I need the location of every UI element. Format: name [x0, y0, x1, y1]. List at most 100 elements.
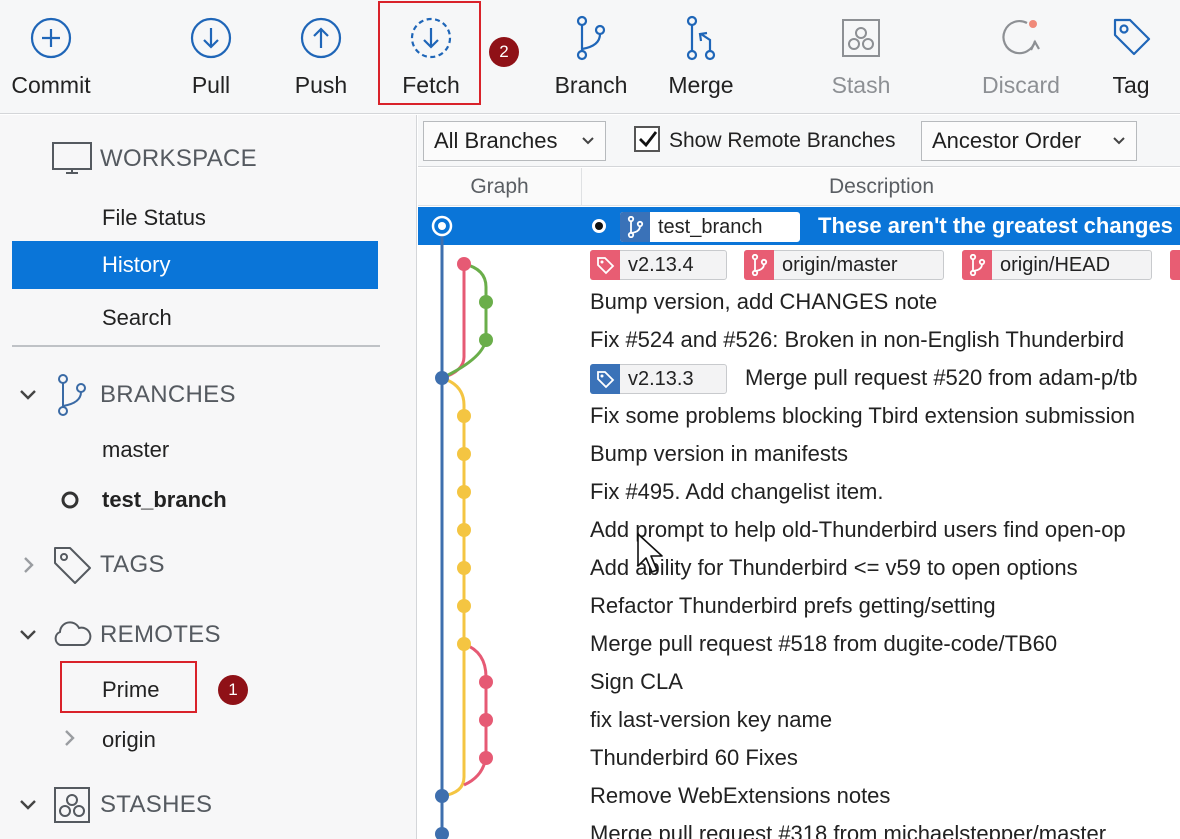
- order-dropdown[interactable]: Ancestor Order: [921, 121, 1137, 161]
- tag-ref-label[interactable]: v2.13.4: [590, 249, 727, 280]
- current-commit-indicator-icon: [592, 219, 606, 233]
- graph-line-yellow: [441, 376, 466, 798]
- description-column-header[interactable]: Description: [583, 168, 1180, 206]
- stash-button[interactable]: Stash: [806, 0, 916, 114]
- workspace-section-header[interactable]: WORKSPACE: [0, 137, 417, 181]
- sidebar-item-origin[interactable]: origin: [12, 716, 378, 764]
- branch-icon: [58, 374, 86, 416]
- tags-section-header[interactable]: TAGS: [0, 543, 417, 587]
- show-remote-branches-label[interactable]: Show Remote Branches: [669, 129, 895, 153]
- chevron-down-icon: [582, 137, 594, 145]
- tag-label: Tag: [1112, 72, 1150, 98]
- commit-message: Merge pull request #318 from michaelstep…: [590, 821, 1107, 839]
- stashes-title: STASHES: [100, 791, 213, 818]
- remotes-section-header[interactable]: REMOTES: [0, 613, 417, 657]
- show-remote-branches-checkbox[interactable]: [634, 126, 660, 152]
- tag-ref-text: v2.13.4: [628, 253, 694, 276]
- commit-label: Commit: [11, 72, 91, 98]
- commit-message: Bump version, add CHANGES note: [590, 289, 938, 314]
- chevron-right-icon: [24, 557, 34, 573]
- branch-icon: [962, 249, 992, 280]
- fetch-step-badge: 2: [489, 37, 519, 67]
- commit-message: Fix #495. Add changelist item.: [590, 479, 884, 504]
- sidebar-item-search[interactable]: Search: [12, 294, 378, 342]
- commit-list: test_branch These aren't the greatest ch…: [418, 207, 1180, 839]
- stash-icon: [842, 19, 880, 57]
- plus-circle-icon: [30, 17, 72, 59]
- sidebar-item-file-status[interactable]: File Status: [12, 194, 378, 242]
- branch-ref-label[interactable]: origin/HEAD: [962, 249, 1152, 280]
- mouse-cursor-icon: [637, 533, 663, 573]
- arrow-up-circle-icon: [300, 17, 342, 59]
- graph-node: [457, 523, 471, 537]
- tag-icon: [54, 547, 91, 584]
- branch-button[interactable]: Branch: [536, 0, 646, 114]
- stash-icon: [54, 787, 90, 823]
- chevron-down-icon: [1113, 137, 1125, 145]
- toolbar: Commit Pull Push Fetch 2 Branch Merge St…: [0, 0, 1180, 114]
- branches-section-header[interactable]: BRANCHES: [0, 373, 417, 417]
- graph-node: [457, 561, 471, 575]
- graph-node: [457, 485, 471, 499]
- branch-ref-label[interactable]: test_branch: [620, 211, 800, 242]
- branch-icon: [576, 15, 606, 61]
- commit-button[interactable]: Commit: [0, 0, 106, 114]
- branches-title: BRANCHES: [100, 381, 236, 408]
- graph-column-header[interactable]: Graph: [418, 168, 582, 206]
- commit-message: Fix #524 and #526: Broken in non-English…: [590, 327, 1125, 352]
- tag-icon: [590, 249, 620, 280]
- graph-node: [479, 751, 493, 765]
- stash-label: Stash: [831, 72, 891, 98]
- branch-ref-text: origin/master: [782, 253, 898, 276]
- graph-line-pink: [441, 264, 466, 380]
- cloud-icon: [54, 621, 92, 646]
- graph-node-center: [438, 222, 446, 230]
- graph-node: [457, 257, 471, 271]
- commit-message: fix last-version key name: [590, 707, 833, 732]
- branch-icon: [620, 211, 650, 242]
- workspace-title: WORKSPACE: [100, 145, 257, 172]
- tag-ref-label[interactable]: v2.13.3: [590, 363, 727, 394]
- commit-message: Merge pull request #518 from dugite-code…: [590, 631, 1058, 656]
- branch-icon: [744, 249, 774, 280]
- remotes-title: REMOTES: [100, 621, 221, 648]
- graph-node: [479, 333, 493, 347]
- sidebar-item-history[interactable]: History: [12, 241, 378, 289]
- push-button[interactable]: Push: [266, 0, 376, 114]
- order-dropdown-value: Ancestor Order: [932, 128, 1082, 153]
- pull-label: Pull: [191, 72, 231, 98]
- commit-message: Remove WebExtensions notes: [590, 783, 891, 808]
- commit-message: Fix some problems blocking Tbird extensi…: [590, 403, 1135, 428]
- graph-node: [457, 409, 471, 423]
- current-branch-label: test_branch: [102, 487, 227, 512]
- graph-node: [435, 789, 449, 803]
- checkmark-icon: [639, 131, 658, 148]
- more-refs-label[interactable]: [1170, 250, 1180, 280]
- branches-dropdown[interactable]: All Branches: [423, 121, 606, 161]
- stashes-section-header[interactable]: STASHES: [0, 783, 417, 827]
- graph-node: [479, 295, 493, 309]
- chevron-down-icon: [20, 390, 36, 400]
- prime-step-badge: 1: [218, 675, 248, 705]
- discard-icon: [1002, 20, 1040, 55]
- sidebar-item-master[interactable]: master: [12, 426, 378, 474]
- branch-ref-label[interactable]: origin/master: [744, 249, 944, 280]
- graph-node: [457, 637, 471, 651]
- merge-icon: [686, 15, 716, 61]
- tag-ref-text: v2.13.3: [628, 367, 694, 390]
- sidebar-divider: [12, 345, 380, 347]
- branch-label: Branch: [554, 72, 628, 98]
- commit-message: These aren't the greatest changes: [818, 213, 1173, 238]
- discard-button[interactable]: Discard: [966, 0, 1076, 114]
- commit-message: Bump version in manifests: [590, 441, 848, 466]
- fetch-highlight-box: [378, 1, 481, 105]
- current-branch-indicator-icon: [61, 491, 79, 509]
- merge-button[interactable]: Merge: [646, 0, 756, 114]
- sidebar: WORKSPACE File Status History Search BRA…: [0, 115, 417, 839]
- tag-button[interactable]: Tag: [1076, 0, 1180, 114]
- push-label: Push: [294, 72, 348, 98]
- pull-button[interactable]: Pull: [156, 0, 266, 114]
- commit-message: Sign CLA: [590, 669, 683, 694]
- commit-graph: [431, 215, 493, 839]
- chevron-down-icon: [20, 800, 36, 810]
